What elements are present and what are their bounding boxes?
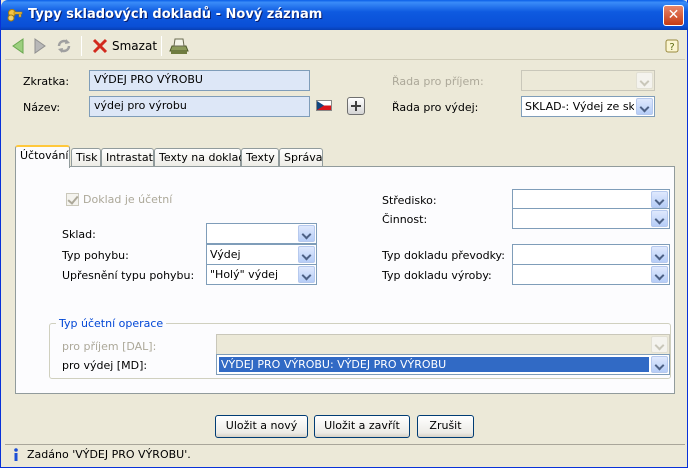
add-translation-button[interactable]: [347, 97, 365, 115]
delete-icon: [92, 38, 108, 54]
cancel-button[interactable]: Zrušit: [417, 415, 474, 438]
production-doc-select[interactable]: [512, 264, 670, 285]
status-message: Zadáno 'VÝDEJ PRO VÝROBU'.: [27, 448, 191, 461]
chevron-down-icon[interactable]: [651, 191, 668, 208]
is-accounting-label: Doklad je účetní: [83, 193, 173, 206]
close-icon: ✕: [667, 7, 680, 23]
delete-button[interactable]: Smazat: [91, 36, 157, 56]
chevron-down-icon[interactable]: [298, 246, 315, 263]
tab-texts[interactable]: Texty: [241, 148, 279, 167]
chevron-down-icon[interactable]: [651, 266, 668, 283]
activity-select[interactable]: [512, 208, 670, 229]
op-out-select[interactable]: VÝDEJ PRO VÝROBU: VÝDEJ PRO VÝROBU: [216, 354, 670, 375]
movement-type-label: Typ pohybu:: [62, 249, 129, 262]
chevron-down-icon[interactable]: [298, 225, 315, 242]
arrow-right-icon: [34, 38, 46, 54]
tab-print[interactable]: Tisk: [71, 148, 101, 167]
activity-label: Činnost:: [382, 213, 428, 226]
warehouse-label: Sklad:: [62, 228, 96, 241]
status-bar: Zadáno 'VÝDEJ PRO VÝROBU'.: [5, 444, 685, 464]
printer-icon: [169, 38, 189, 54]
window-title: Typy skladových dokladů - Nový záznam: [28, 7, 323, 22]
close-button[interactable]: ✕: [663, 5, 684, 26]
tab-intrastat[interactable]: Intrastat: [101, 148, 154, 167]
name-input[interactable]: výdej pro výrobu: [89, 96, 310, 117]
save-and-close-button[interactable]: Uložit a zavřít: [314, 415, 410, 438]
help-button[interactable]: ?: [665, 36, 679, 56]
refresh-button[interactable]: [55, 36, 73, 56]
toolbar-separator: [81, 36, 82, 56]
warehouse-select[interactable]: [206, 223, 317, 244]
op-out-label: pro výdej [MD]:: [62, 359, 148, 372]
chevron-down-icon[interactable]: [651, 246, 668, 263]
transfer-doc-label: Typ dokladu převodky:: [382, 249, 505, 262]
series-out-select[interactable]: SKLAD-: Výdej ze sk...: [521, 96, 655, 117]
series-in-label: Řada pro příjem:: [392, 75, 484, 88]
movement-type-select[interactable]: Výdej: [206, 244, 317, 265]
chevron-down-icon[interactable]: [298, 266, 315, 283]
app-window: Typy skladových dokladů - Nový záznam ✕: [0, 0, 688, 468]
save-and-new-button[interactable]: Uložit a nový: [215, 415, 308, 438]
center-label: Středisko:: [382, 194, 437, 207]
refresh-icon: [57, 39, 71, 53]
info-icon: [14, 448, 18, 461]
movement-detail-label: Upřesnění typu pohybu:: [62, 269, 195, 282]
forward-button[interactable]: [33, 36, 47, 56]
toolbar-separator: [161, 36, 162, 56]
arrow-left-icon: [12, 38, 24, 54]
production-doc-label: Typ dokladu výroby:: [382, 269, 492, 282]
chevron-down-icon[interactable]: [651, 356, 668, 373]
operation-type-group-title: Typ účetní operace: [56, 317, 167, 330]
transfer-doc-select[interactable]: [512, 244, 670, 265]
tab-document-texts[interactable]: Texty na doklad: [154, 148, 245, 167]
title-bar[interactable]: Typy skladových dokladů - Nový záznam ✕: [1, 0, 688, 30]
chevron-down-icon: [636, 72, 653, 89]
op-in-select: [216, 334, 670, 355]
tab-administration[interactable]: Správa: [279, 148, 323, 167]
help-icon: ?: [665, 39, 679, 53]
chevron-down-icon: [651, 336, 668, 353]
center-select[interactable]: [512, 189, 670, 210]
svg-text:?: ?: [669, 42, 674, 53]
is-accounting-checkbox: [66, 193, 79, 206]
chevron-down-icon[interactable]: [651, 210, 668, 227]
language-flag-icon[interactable]: [316, 100, 332, 111]
series-out-label: Řada pro výdej:: [392, 101, 479, 114]
back-button[interactable]: [11, 36, 25, 56]
op-in-label: pro příjem [DAL]:: [62, 340, 157, 353]
tab-accounting[interactable]: Účtování: [15, 145, 70, 168]
delete-label: Smazat: [112, 39, 158, 53]
code-input[interactable]: VÝDEJ PRO VÝROBU: [89, 70, 310, 91]
name-label: Název:: [23, 101, 61, 114]
chevron-down-icon[interactable]: [636, 98, 653, 115]
print-button[interactable]: [169, 36, 189, 56]
series-in-select: [521, 70, 655, 91]
toolbar: Smazat ?: [5, 32, 685, 60]
code-label: Zkratka:: [23, 75, 70, 88]
movement-detail-select[interactable]: "Holý" výdej: [206, 264, 317, 285]
keys-icon: [7, 9, 23, 22]
